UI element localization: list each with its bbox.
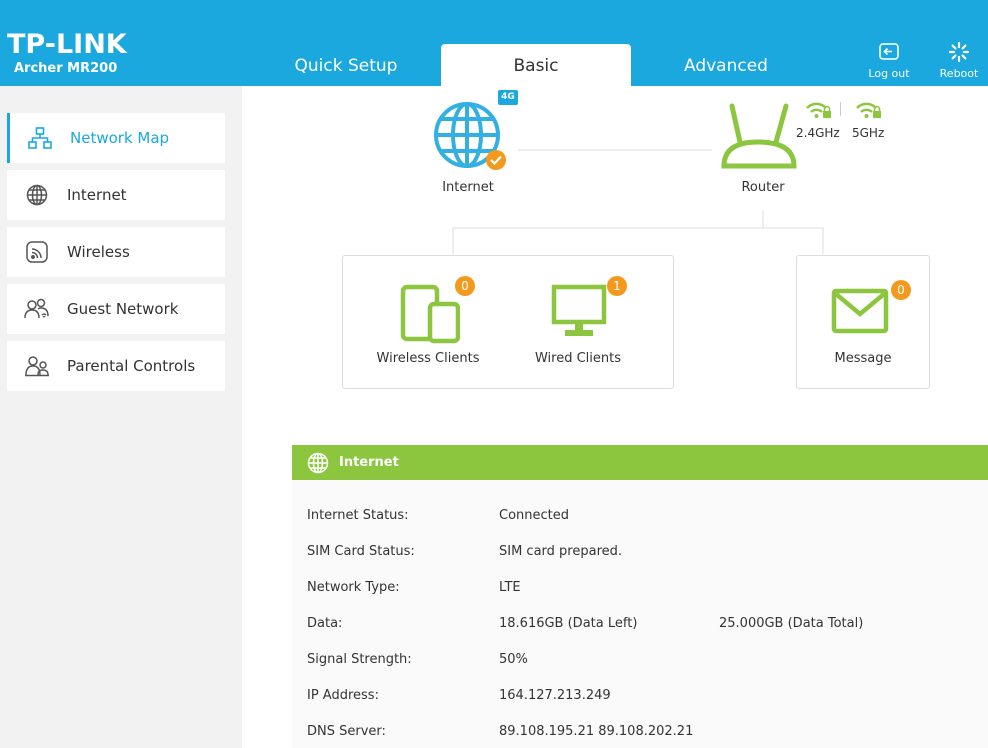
router-node[interactable] [718, 100, 800, 172]
sidebar: Network Map Internet Wireless Guest Netw… [0, 86, 242, 748]
reboot-button[interactable]: Reboot [934, 41, 984, 80]
info-key: Network Type: [307, 580, 400, 595]
info-value-secondary: 25.000GB (Data Total) [719, 616, 864, 631]
info-value: LTE [499, 580, 521, 595]
sidebar-item-label: Internet [67, 186, 127, 204]
message-card[interactable]: 0 Message [796, 255, 930, 389]
message-count: 0 [891, 280, 911, 300]
wired-clients-count: 1 [607, 276, 627, 296]
wireless-clients-count: 0 [455, 276, 475, 296]
info-value: 18.616GB (Data Left) [499, 616, 638, 631]
globe-icon [7, 184, 67, 206]
info-value: 89.108.195.21 89.108.202.21 [499, 724, 694, 739]
sidebar-item-network-map[interactable]: Network Map [7, 113, 225, 163]
tab-advanced[interactable]: Advanced [631, 44, 821, 86]
message-label: Message [834, 351, 892, 366]
info-key: IP Address: [307, 688, 379, 703]
check-icon [486, 150, 506, 170]
sidebar-item-label: Network Map [70, 129, 170, 147]
internet-node-label: Internet [442, 180, 494, 195]
reboot-label: Reboot [939, 67, 979, 80]
envelope-icon [831, 288, 889, 334]
sidebar-item-parental-controls[interactable]: Parental Controls [7, 341, 225, 391]
network-map-icon [10, 127, 70, 149]
sidebar-item-internet[interactable]: Internet [7, 170, 225, 220]
4g-badge: 4G [498, 90, 518, 105]
logout-icon [879, 43, 899, 60]
router-node-label: Router [741, 180, 785, 195]
monitor-icon [551, 284, 607, 336]
wifi-lock-icon [856, 102, 881, 118]
wifi-lock-icon [806, 102, 831, 118]
tab-basic[interactable]: Basic [441, 44, 631, 86]
wireless-clients-node[interactable]: 0 Wireless Clients [370, 276, 486, 374]
sidebar-item-label: Guest Network [67, 300, 179, 318]
info-key: Signal Strength: [307, 652, 412, 667]
internet-panel-body: Internet Status: Connected SIM Card Stat… [292, 480, 988, 748]
wireless-clients-label: Wireless Clients [376, 351, 480, 366]
band-24ghz-indicator[interactable]: 2.4GHz [796, 100, 840, 140]
band-5ghz-label: 5GHz [852, 126, 885, 140]
info-key: DNS Server: [307, 724, 386, 739]
sidebar-item-guest-network[interactable]: Guest Network [7, 284, 225, 334]
model-name: Archer MR200 [14, 61, 118, 76]
sidebar-item-wireless[interactable]: Wireless [7, 227, 225, 277]
internet-panel-header: Internet [292, 445, 988, 480]
globe-icon [307, 452, 329, 473]
band-divider [840, 102, 841, 116]
info-value: 164.127.213.249 [499, 688, 611, 703]
wired-clients-label: Wired Clients [534, 351, 622, 366]
info-value: Connected [499, 508, 570, 523]
sidebar-item-label: Wireless [67, 243, 130, 261]
band-5ghz-indicator[interactable]: 5GHz [852, 100, 892, 140]
info-value: SIM card prepared. [499, 544, 623, 559]
reboot-icon [948, 41, 970, 63]
info-key: SIM Card Status: [307, 544, 415, 559]
info-key: Internet Status: [307, 508, 409, 523]
parental-controls-icon [7, 355, 67, 377]
band-24ghz-label: 2.4GHz [796, 126, 840, 140]
tab-quick-setup[interactable]: Quick Setup [251, 44, 441, 86]
internet-panel-title: Internet [339, 455, 399, 470]
sidebar-item-label: Parental Controls [67, 357, 196, 375]
devices-icon [400, 284, 460, 344]
info-key: Data: [307, 616, 343, 631]
router-icon [721, 103, 797, 169]
internet-node[interactable] [432, 100, 506, 172]
guest-network-icon [7, 298, 67, 320]
logout-button[interactable]: Log out [864, 42, 914, 80]
wireless-icon [7, 241, 67, 263]
top-header: TP-LINK Archer MR200 Quick Setup Basic A… [0, 0, 988, 86]
wired-clients-node[interactable]: 1 Wired Clients [520, 276, 636, 374]
info-value: 50% [499, 652, 528, 667]
brand-logo: TP-LINK [7, 29, 127, 60]
logout-label: Log out [868, 67, 910, 80]
